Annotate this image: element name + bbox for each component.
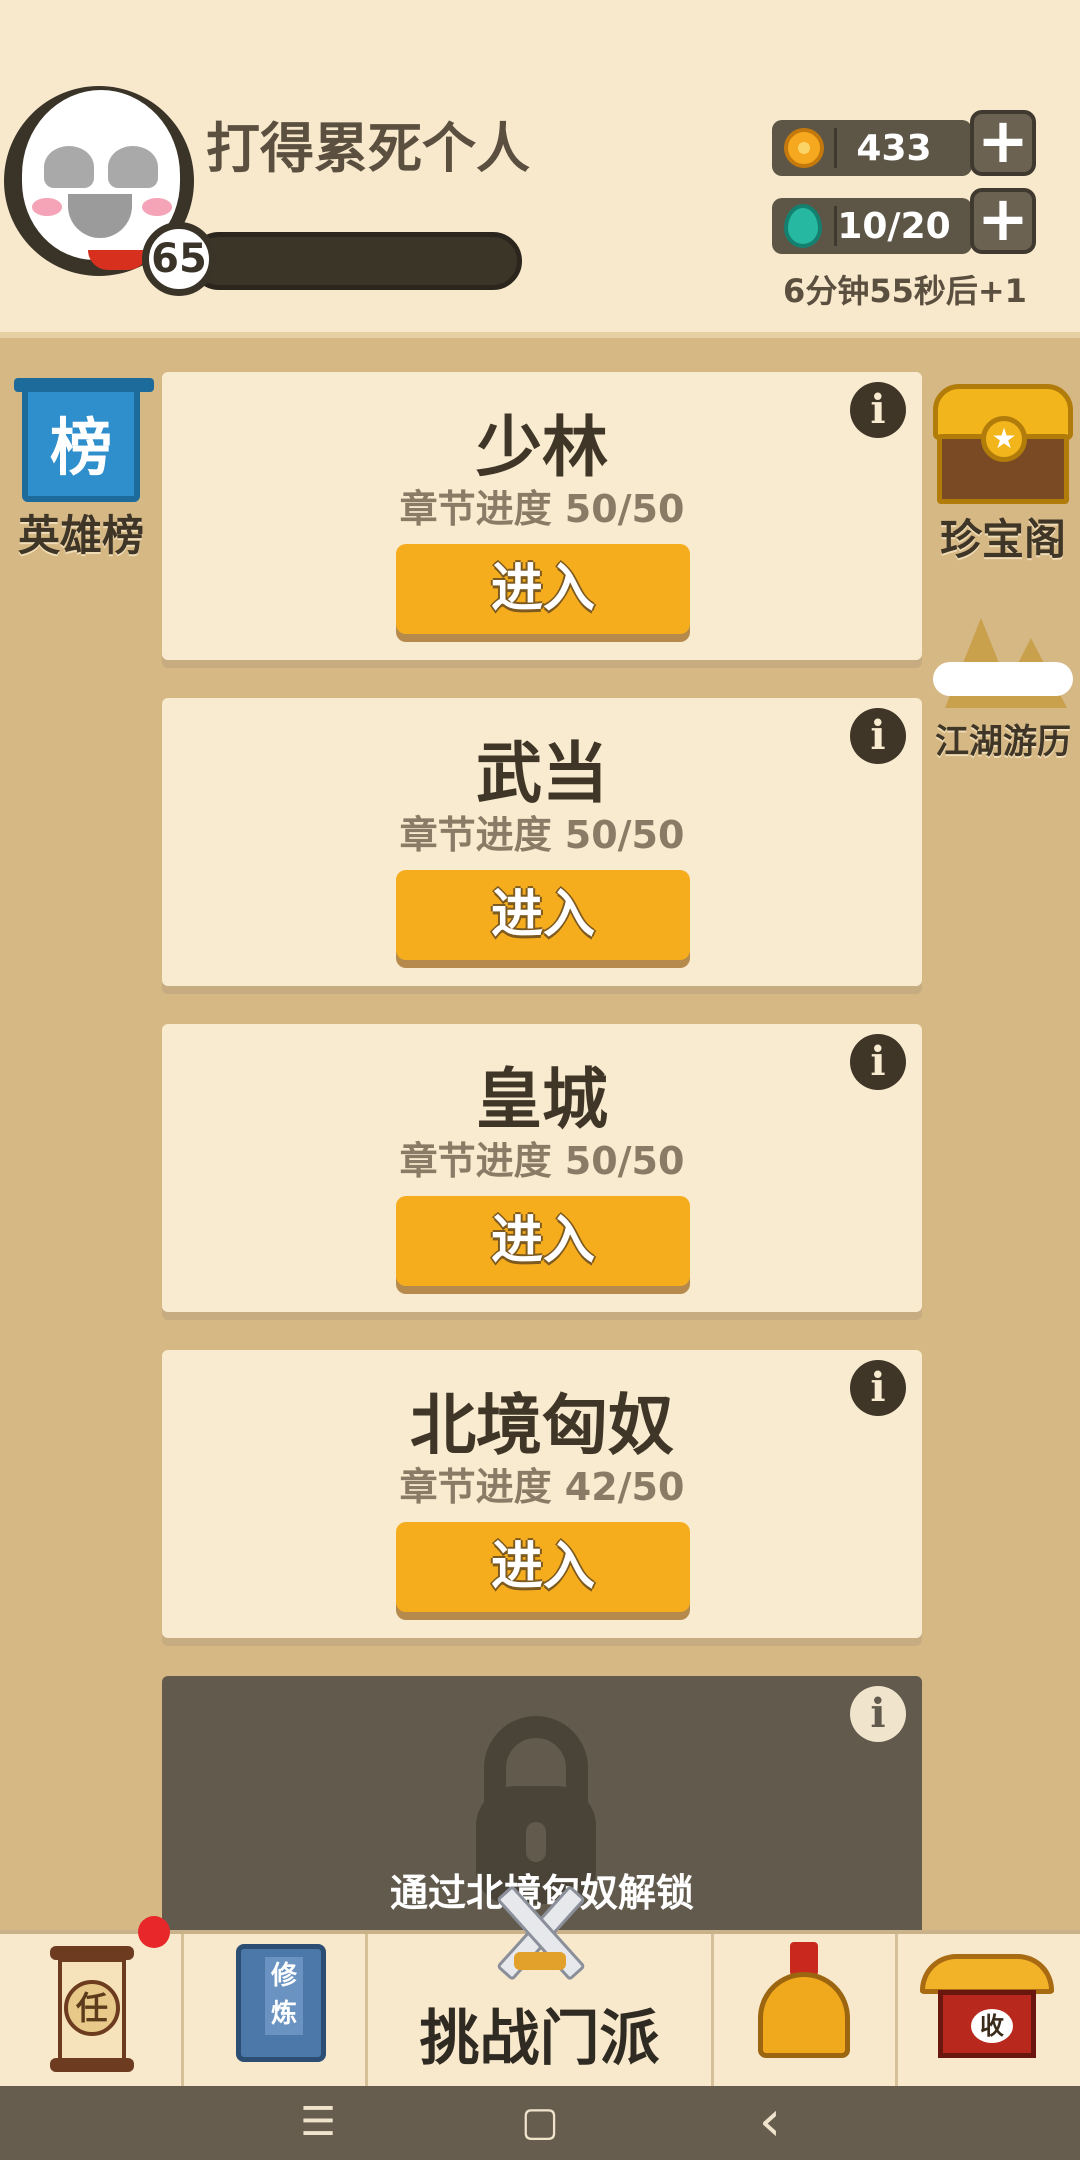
scroll-rod [50,2058,134,2072]
sect-card-wudang: i 武当 章节进度 50/50 进入 [162,698,922,986]
coin-counter: 433 [772,120,972,176]
helmet-dome [758,1972,850,2058]
keyhole [526,1822,546,1862]
tab-tasks[interactable]: 任 [0,1916,184,2090]
mountain-icon [933,594,1073,714]
sect-card-shaolin: i 少林 章节进度 50/50 进入 [162,372,922,660]
stamina-regen-timer: 6分钟55秒后+1 [783,272,1027,310]
stamina-value: 10/20 [837,206,951,247]
treasure-chest-icon: ★ [933,384,1073,506]
sword-hilt [514,1952,566,1970]
level-badge: 65 [142,222,216,296]
helmet-plume [790,1942,818,1976]
tab-challenge-sects[interactable]: 挑战门派 [368,1884,714,2090]
tab-equipment[interactable] [714,1934,898,2090]
enter-button[interactable]: 进入 [396,870,690,960]
hero-ranking-button[interactable]: 榜 英雄榜 [6,378,156,563]
system-navigation-bar: ☰ ▢ ‹ [0,2086,1080,2160]
coin-icon [784,128,824,168]
star-icon: ★ [981,416,1027,462]
challenge-sects-label: 挑战门派 [419,2004,660,2074]
stamina-gem-icon [784,204,822,248]
avatar-eye-left [44,146,94,188]
home-icon[interactable]: ▢ [518,2100,562,2144]
player-header: 65 打得累死个人 433 + 10/20 + 6分钟55秒后+1 [0,0,1080,338]
enter-button[interactable]: 进入 [396,1196,690,1286]
avatar-scarf [88,250,148,270]
info-icon[interactable]: i [850,1686,906,1742]
enter-button[interactable]: 进入 [396,1522,690,1612]
add-coins-button[interactable]: + [970,110,1036,176]
tab-collect[interactable]: 收 [898,1934,1080,2090]
chapter-progress: 章节进度 50/50 [399,487,685,531]
jianghu-travel-button[interactable]: 江湖游历 [928,594,1078,763]
task-badge: 任 [64,1980,120,2036]
chapter-progress: 章节进度 50/50 [399,813,685,857]
collect-building-icon: 收 [920,1944,1054,2064]
jianghu-travel-label: 江湖游历 [935,722,1071,762]
sect-name: 武当 [476,735,608,812]
sect-card-northern-xiongnu: i 北境匈奴 章节进度 42/50 进入 [162,1350,922,1638]
chapter-progress: 章节进度 50/50 [399,1139,685,1183]
book-title: 修炼 [265,1957,303,2035]
crossed-swords-icon [480,1878,598,1988]
notification-dot [138,1916,170,1948]
ranking-banner-icon: 榜 [14,378,154,502]
stamina-counter: 10/20 [772,198,972,254]
task-scroll-icon: 任 [50,1946,134,2076]
bottom-navigation: 任 修炼 挑战门派 收 [0,1884,1080,2090]
cloud [933,662,1073,696]
collect-sign: 收 [971,2009,1013,2043]
avatar-eye-right [108,146,158,188]
building-wall: 收 [938,1990,1036,2058]
tab-cultivate[interactable]: 修炼 [184,1934,368,2090]
avatar-blush-left [32,198,62,216]
coin-value: 433 [856,128,932,169]
chapter-progress: 章节进度 42/50 [399,1465,685,1509]
hero-ranking-label: 英雄榜 [17,511,144,560]
helmet-icon [754,1942,854,2062]
sect-name: 皇城 [476,1061,608,1138]
avatar-blush-right [142,198,172,216]
player-name: 打得累死个人 [206,117,530,180]
experience-bar [190,232,522,290]
sect-name: 北境匈奴 [410,1387,674,1464]
sect-name: 少林 [476,409,608,486]
menu-icon[interactable]: ☰ [296,2100,340,2144]
add-stamina-button[interactable]: + [970,188,1036,254]
cultivation-book-icon: 修炼 [236,1944,326,2062]
sect-card-imperial-city: i 皇城 章节进度 50/50 进入 [162,1024,922,1312]
avatar-mouth [68,194,132,238]
treasure-pavilion-label: 珍宝阁 [939,515,1066,564]
building-roof [920,1954,1054,1994]
back-icon[interactable]: ‹ [748,2094,792,2150]
enter-button[interactable]: 进入 [396,544,690,634]
treasure-pavilion-button[interactable]: ★ 珍宝阁 [928,384,1078,567]
